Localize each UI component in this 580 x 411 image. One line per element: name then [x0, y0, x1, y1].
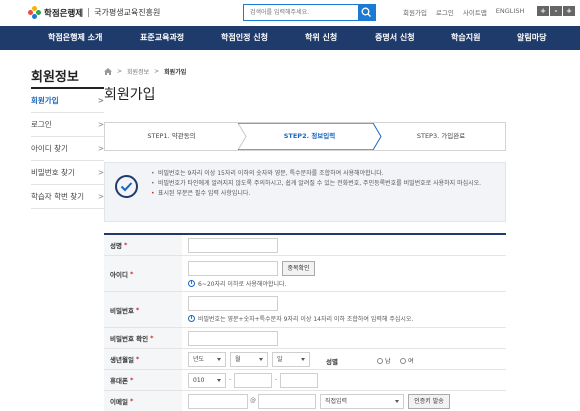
util-signup-link[interactable]: 회원가입 — [403, 7, 427, 17]
font-enlarge-button[interactable]: + — [537, 6, 549, 16]
info-icon: i — [188, 280, 195, 287]
utility-links: 회원가입 로그인 사이트맵 ENGLISH — [403, 7, 524, 17]
nav-item-degree-apply[interactable]: 학위 신청 — [305, 26, 337, 50]
radio-icon — [400, 357, 406, 364]
mobile-last-input[interactable] — [280, 373, 318, 388]
font-shrink-button[interactable]: - — [550, 6, 562, 16]
row-email: 이메일 * @ 직접입력 인증키 발송 — [104, 391, 506, 411]
notice-item: 비밀번호가 타인에게 알려지지 않도록 주의하시고, 쉽게 알려질 수 있는 전… — [151, 179, 496, 189]
sidebar-item-find-id[interactable]: 아이디 찾기 > — [31, 137, 104, 161]
password-confirm-input[interactable] — [188, 331, 278, 346]
label-email: 이메일 * — [104, 391, 182, 411]
label-password: 비밀번호 * — [104, 292, 182, 327]
breadcrumb-separator: > — [117, 68, 123, 75]
logo-mark-icon — [28, 6, 41, 19]
sidebar-item-find-password[interactable]: 비밀번호 찾기 > — [31, 161, 104, 185]
id-check-button[interactable]: 중복확인 — [282, 261, 315, 276]
notice-item-required: 표시된 부분은 필수 입력 사항입니다. — [151, 189, 496, 199]
util-login-link[interactable]: 로그인 — [436, 7, 454, 17]
search-icon — [361, 7, 371, 17]
step-complete: STEP3. 가입완료 — [416, 132, 466, 140]
row-password-confirm: 비밀번호 확인 * — [104, 328, 506, 349]
search-button[interactable] — [358, 5, 375, 20]
password-input[interactable] — [188, 296, 278, 311]
sidebar-item-find-student-number[interactable]: 학습자 학번 찾기 > — [31, 185, 104, 209]
row-id: 아이디 * 중복확인 i 6~20자리 이하로 사용해야합니다. — [104, 256, 506, 292]
sidebar-item-label: 학습자 학번 찾기 — [31, 192, 85, 201]
breadcrumb: > 회원정보 > 회원가입 — [104, 67, 186, 76]
radio-icon — [377, 357, 383, 364]
email-id-input[interactable] — [188, 394, 248, 409]
font-size-controls: + - + — [537, 6, 575, 16]
notice-box: 비밀번호는 9자리 이상 15자리 이하의 숫자와 영문, 특수문자를 조합하여… — [104, 162, 506, 222]
signup-form: 성명 * 아이디 * 중복확인 i 6~20자리 이하로 사용해야합니다. 비밀번호… — [104, 233, 506, 411]
nav-item-certificate[interactable]: 증명서 신청 — [375, 26, 415, 50]
util-english-link[interactable]: ENGLISH — [496, 7, 525, 17]
search-input[interactable] — [244, 5, 358, 20]
sidebar-title: 회원정보 — [31, 70, 79, 85]
step-terms: STEP1. 약관동의 — [147, 132, 196, 140]
logo-org: 국가평생교육진흥원 — [94, 8, 161, 17]
mobile-prefix-select[interactable]: 010 — [188, 373, 226, 388]
nav-item-curriculum[interactable]: 표준교육과정 — [140, 26, 184, 50]
sidebar-item-signup[interactable]: 회원가입 > — [31, 89, 104, 113]
email-auth-button[interactable]: 인증키 발송 — [408, 394, 450, 409]
dash-separator: - — [275, 376, 278, 383]
notice-item: 비밀번호는 9자리 이상 15자리 이하의 숫자와 영문, 특수문자를 조합하여… — [151, 169, 496, 179]
page-title: 회원가입 — [104, 87, 156, 103]
row-birth: 생년월일 * 년도 월 일 성별 남 여 — [104, 349, 506, 370]
nav-item-credit-apply[interactable]: 학점인정 신청 — [221, 26, 268, 50]
nav-item-support[interactable]: 학습지원 — [451, 26, 480, 50]
breadcrumb-current: 회원가입 — [164, 69, 187, 76]
row-mobile: 휴대폰 * 010 - - — [104, 370, 506, 391]
password-hint: i 비밀번호는 영문+숫자+특수문자 9자리 이상 14자리 이하 조합하여 입… — [188, 314, 413, 323]
gender-male-radio[interactable]: 남 — [377, 356, 391, 365]
label-password-confirm: 비밀번호 확인 * — [104, 328, 182, 348]
info-icon: i — [188, 315, 195, 322]
mobile-middle-input[interactable] — [234, 373, 272, 388]
font-reset-button[interactable]: + — [563, 6, 575, 16]
util-sitemap-link[interactable]: 사이트맵 — [463, 7, 487, 17]
sidebar-item-login[interactable]: 로그인 > — [31, 113, 104, 137]
birth-year-select[interactable]: 년도 — [188, 352, 226, 367]
signup-steps: STEP1. 약관동의 STEP2. 정보입력 STEP3. 가입완료 — [104, 122, 506, 151]
row-password: 비밀번호 * i 비밀번호는 영문+숫자+특수문자 9자리 이상 14자리 이하 … — [104, 292, 506, 328]
top-header: 학점은행제 국가평생교육진흥원 회원가입 로그인 사이트맵 ENGLISH + … — [0, 0, 580, 26]
label-id: 아이디 * — [104, 256, 182, 291]
main-nav: 학점은행제 소개 표준교육과정 학점인정 신청 학위 신청 증명서 신청 학습지… — [0, 26, 580, 50]
nav-item-notice[interactable]: 알림마당 — [517, 26, 546, 50]
id-input[interactable] — [188, 261, 278, 276]
home-icon[interactable] — [104, 68, 112, 75]
id-hint: i 6~20자리 이하로 사용해야합니다. — [188, 279, 286, 288]
sidebar-item-label: 회원가입 — [31, 96, 59, 105]
logo-brand: 학점은행제 — [44, 8, 84, 19]
email-at-sign: @ — [250, 397, 256, 404]
label-gender: 성별 — [326, 358, 338, 366]
email-domain-input[interactable] — [258, 394, 316, 409]
birth-month-select[interactable]: 월 — [230, 352, 268, 367]
sidebar-item-label: 로그인 — [31, 120, 52, 129]
name-input[interactable] — [188, 238, 278, 253]
search-box — [243, 4, 376, 21]
dash-separator: - — [229, 376, 232, 383]
sidebar-item-label: 비밀번호 찾기 — [31, 168, 75, 177]
label-name: 성명 * — [104, 235, 182, 255]
breadcrumb-item[interactable]: 회원정보 — [127, 67, 149, 76]
row-name: 성명 * — [104, 235, 506, 256]
label-mobile: 휴대폰 * — [104, 370, 182, 390]
gender-female-radio[interactable]: 여 — [400, 356, 414, 365]
notice-list: 비밀번호는 9자리 이상 15자리 이하의 숫자와 영문, 특수문자를 조합하여… — [151, 169, 496, 199]
breadcrumb-separator: > — [154, 68, 160, 75]
nav-item-intro[interactable]: 학점은행제 소개 — [48, 26, 102, 50]
check-circle-icon — [115, 175, 138, 198]
site-logo[interactable]: 학점은행제 국가평생교육진흥원 — [28, 6, 160, 19]
logo-separator — [88, 8, 90, 17]
label-birth: 생년월일 * — [104, 349, 182, 369]
sidebar-item-label: 아이디 찾기 — [31, 144, 68, 153]
birth-day-select[interactable]: 일 — [272, 352, 310, 367]
step-info-input: STEP2. 정보입력 — [283, 132, 336, 140]
email-domain-select[interactable]: 직접입력 — [320, 394, 404, 409]
